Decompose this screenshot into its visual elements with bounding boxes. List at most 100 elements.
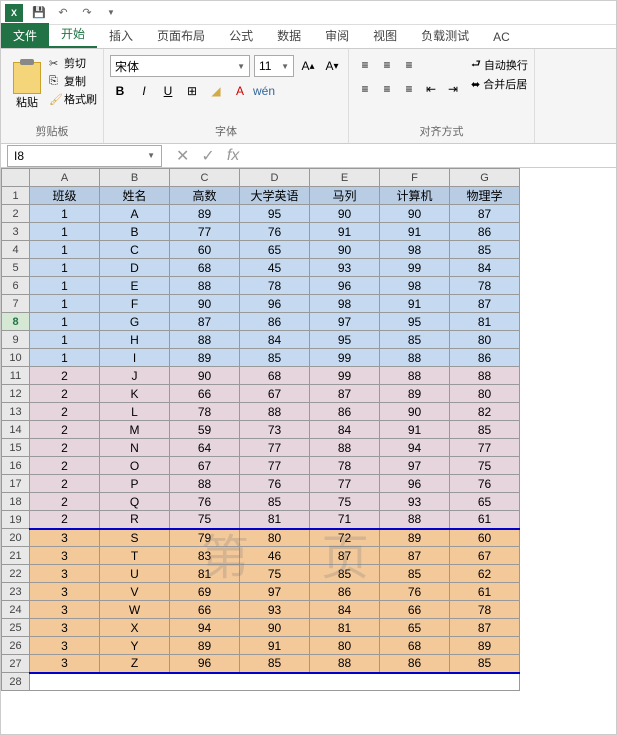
cell[interactable]: 96 [380,475,450,493]
cell[interactable]: 90 [310,241,380,259]
row-header[interactable]: 1 [2,187,30,205]
cell[interactable]: 91 [380,421,450,439]
merge-button[interactable]: ⬌合并后居 [471,76,528,92]
cell[interactable]: 2 [30,367,100,385]
fill-color-button[interactable]: ◢ [206,81,226,101]
cell[interactable]: 65 [380,619,450,637]
cell[interactable]: 2 [30,493,100,511]
cell[interactable]: V [100,583,170,601]
cell[interactable]: 1 [30,313,100,331]
cell[interactable]: 3 [30,601,100,619]
col-header[interactable]: B [100,169,170,187]
cell[interactable]: 88 [450,367,520,385]
row-header[interactable]: 27 [2,655,30,673]
decrease-font-icon[interactable]: A▾ [322,56,342,76]
cell[interactable]: 90 [170,295,240,313]
row-header[interactable]: 7 [2,295,30,313]
cell[interactable]: 82 [450,403,520,421]
cell[interactable]: 90 [170,367,240,385]
row-header[interactable]: 11 [2,367,30,385]
cell[interactable]: 66 [170,601,240,619]
cell[interactable]: 76 [170,493,240,511]
cell[interactable]: 61 [450,511,520,529]
cell[interactable]: 81 [310,619,380,637]
cell[interactable]: 98 [310,295,380,313]
cell[interactable]: 77 [240,439,310,457]
cell[interactable]: 81 [450,313,520,331]
bold-button[interactable]: B [110,81,130,101]
row-header[interactable]: 14 [2,421,30,439]
cut-button[interactable]: ✂剪切 [49,55,97,71]
cell[interactable]: 83 [170,547,240,565]
cell[interactable]: 3 [30,637,100,655]
cell[interactable]: 1 [30,295,100,313]
cell[interactable]: M [100,421,170,439]
cell[interactable]: 80 [310,637,380,655]
cell[interactable]: 90 [380,205,450,223]
cell[interactable]: G [100,313,170,331]
col-header[interactable]: F [380,169,450,187]
row-header[interactable]: 4 [2,241,30,259]
cell[interactable]: 91 [380,295,450,313]
align-right-icon[interactable]: ≡ [399,79,419,99]
row-header[interactable]: 13 [2,403,30,421]
tab-data[interactable]: 数据 [265,23,313,48]
cell[interactable]: I [100,349,170,367]
cell[interactable]: 62 [450,565,520,583]
cell[interactable]: 91 [240,637,310,655]
cell[interactable]: 96 [310,277,380,295]
cell[interactable]: 90 [240,619,310,637]
cell[interactable]: 97 [380,457,450,475]
cell[interactable]: C [100,241,170,259]
tab-view[interactable]: 视图 [361,23,409,48]
paste-button[interactable]: 粘贴 [7,51,47,121]
cell[interactable]: O [100,457,170,475]
col-header[interactable]: D [240,169,310,187]
row-header[interactable]: 23 [2,583,30,601]
wrap-text-button[interactable]: ⮐自动换行 [471,55,528,74]
cell[interactable]: 95 [380,313,450,331]
cell[interactable]: 85 [450,241,520,259]
cell[interactable]: 67 [240,385,310,403]
cell[interactable]: 88 [380,367,450,385]
cell[interactable]: U [100,565,170,583]
cancel-icon[interactable]: ✕ [176,146,189,166]
cell[interactable]: Z [100,655,170,673]
cell[interactable]: 99 [380,259,450,277]
cell[interactable]: 80 [450,331,520,349]
row-header[interactable]: 20 [2,529,30,547]
cell[interactable]: 86 [450,349,520,367]
indent-decrease-icon[interactable]: ⇤ [421,79,441,99]
cell[interactable]: 84 [310,421,380,439]
cell[interactable]: 98 [380,277,450,295]
col-header[interactable]: E [310,169,380,187]
cell[interactable]: 72 [310,529,380,547]
font-size-select[interactable]: 11▼ [254,55,294,77]
cell[interactable]: 68 [380,637,450,655]
cell[interactable]: S [100,529,170,547]
cell[interactable]: 77 [240,457,310,475]
row-header[interactable]: 5 [2,259,30,277]
cell[interactable]: 76 [450,475,520,493]
cell[interactable]: 88 [380,511,450,529]
cell[interactable]: 76 [240,223,310,241]
cell[interactable]: 3 [30,655,100,673]
cell[interactable]: 73 [240,421,310,439]
header-cell[interactable]: 马列 [310,187,380,205]
confirm-icon[interactable]: ✓ [201,146,214,166]
cell[interactable]: 89 [170,637,240,655]
cell[interactable]: 87 [380,547,450,565]
tab-layout[interactable]: 页面布局 [145,23,217,48]
cell[interactable]: 71 [310,511,380,529]
row-header[interactable]: 18 [2,493,30,511]
cell[interactable]: 95 [310,331,380,349]
cell[interactable]: 91 [380,223,450,241]
undo-icon[interactable]: ↶ [55,5,71,21]
cell[interactable]: E [100,277,170,295]
cell[interactable]: 78 [450,601,520,619]
cell[interactable]: D [100,259,170,277]
cell[interactable]: 88 [170,331,240,349]
cell[interactable]: 3 [30,565,100,583]
cell[interactable]: 2 [30,385,100,403]
cell[interactable]: T [100,547,170,565]
